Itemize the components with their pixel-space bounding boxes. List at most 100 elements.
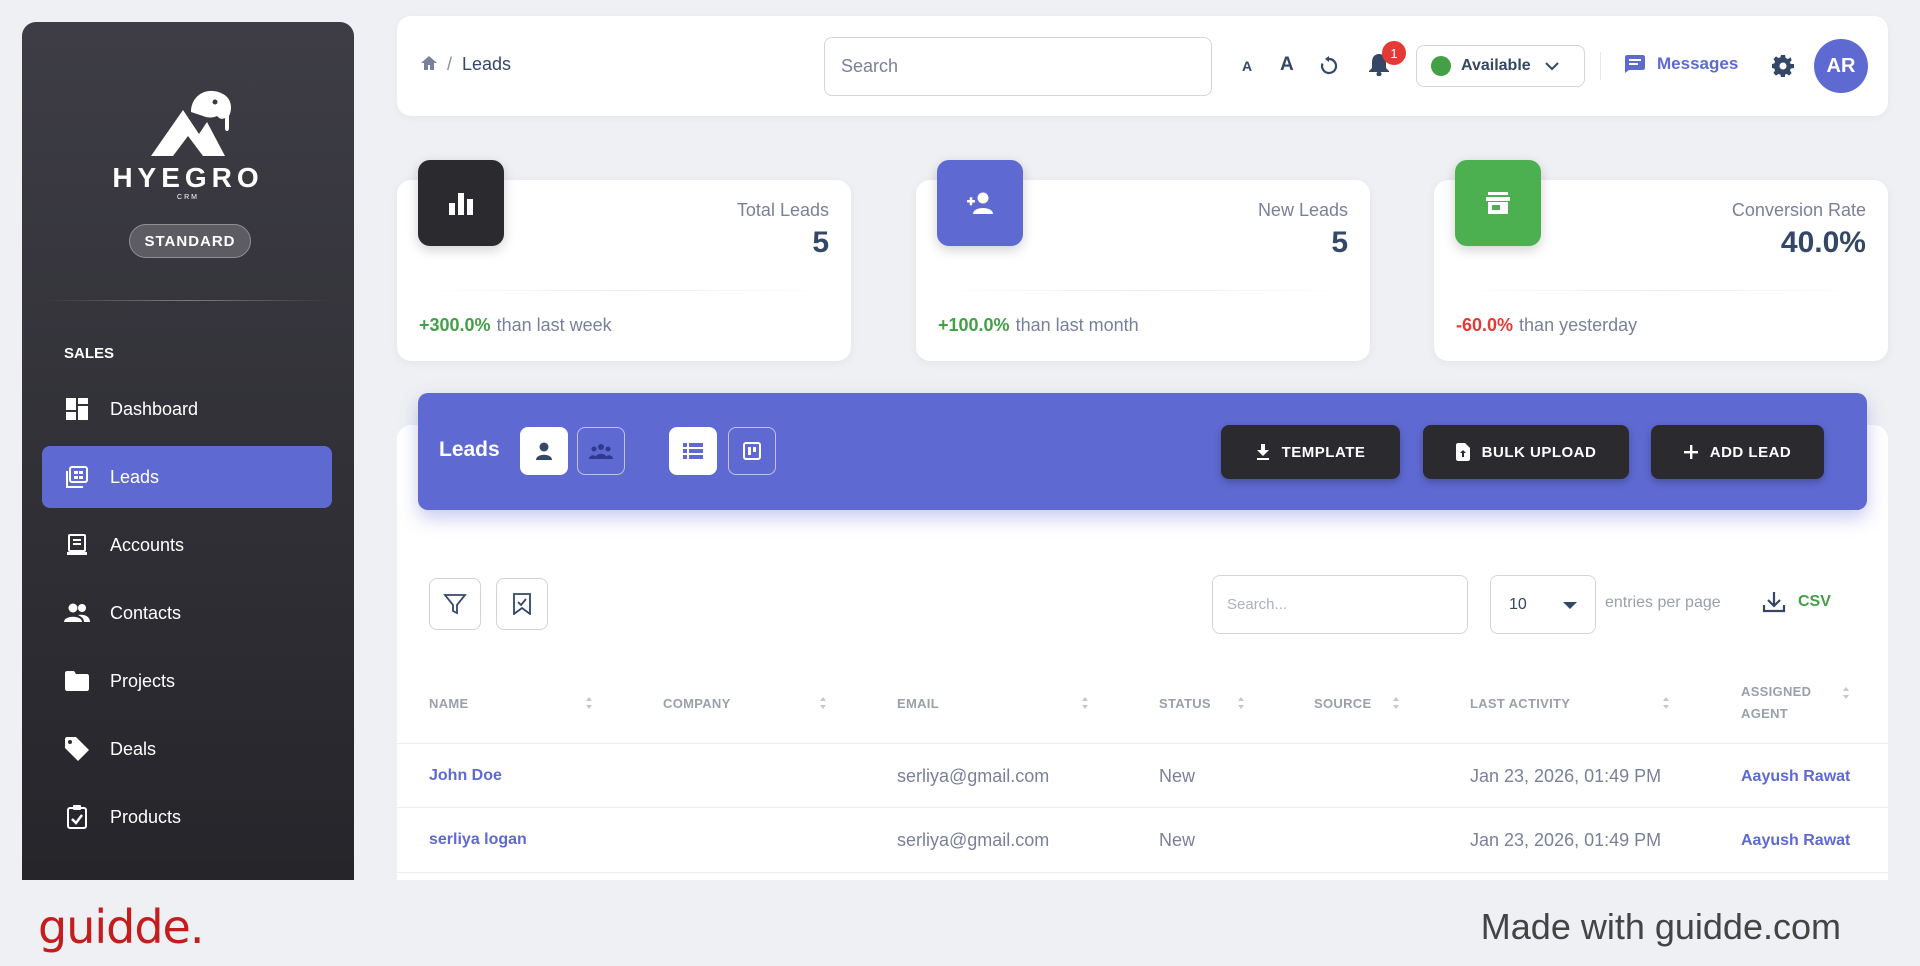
sort-icon[interactable] xyxy=(1392,695,1400,711)
guidde-footer: guidde. Made with guidde.com xyxy=(0,880,1920,966)
row-divider xyxy=(397,743,1888,744)
brand-name: HYEGRO xyxy=(112,162,264,193)
stat-period: than last week xyxy=(496,315,612,335)
chevron-down-icon xyxy=(1544,61,1559,70)
entries-per-page-select[interactable]: 10 xyxy=(1490,575,1596,634)
lead-last-activity: Jan 23, 2026, 01:49 PM xyxy=(1470,766,1662,786)
leads-panel-title: Leads xyxy=(439,438,500,461)
stat-divider xyxy=(419,290,829,291)
download-icon xyxy=(1762,592,1786,613)
stat-card-conversion-rate: Conversion Rate 40.0% -60.0% than yesterd… xyxy=(1434,160,1888,361)
column-header-status[interactable]: STATUS xyxy=(1159,693,1211,715)
column-header-email[interactable]: EMAIL xyxy=(897,693,939,715)
bulk-upload-button[interactable]: BULK UPLOAD xyxy=(1423,425,1629,479)
contacts-icon xyxy=(64,600,90,626)
add-lead-label: ADD LEAD xyxy=(1709,443,1792,461)
sort-icon[interactable] xyxy=(1237,695,1245,711)
sort-icon[interactable] xyxy=(1842,685,1850,701)
column-header-assigned-agent[interactable]: ASSIGNED AGENT xyxy=(1741,681,1811,725)
status-dot xyxy=(1431,56,1451,76)
font-decrease-button[interactable]: A xyxy=(1242,58,1252,74)
list-icon xyxy=(683,443,703,459)
my-leads-toggle[interactable] xyxy=(520,427,568,475)
filter-button[interactable] xyxy=(429,578,481,630)
saved-filters-button[interactable] xyxy=(496,578,548,630)
lead-email: serliya@gmail.com xyxy=(897,766,1050,786)
sidebar-item-label: Dashboard xyxy=(110,398,199,419)
kanban-view-toggle[interactable] xyxy=(728,427,776,475)
sidebar-item-label: Contacts xyxy=(110,602,182,623)
sidebar-item-leads[interactable]: Leads xyxy=(42,446,332,508)
dashboard-icon xyxy=(64,396,90,422)
add-lead-button[interactable]: ADD LEAD xyxy=(1651,425,1824,479)
top-navbar: / Leads A A 1 Available Messages AR xyxy=(397,16,1888,116)
stat-period: than yesterday xyxy=(1519,315,1638,335)
stat-divider xyxy=(938,290,1348,291)
guidde-logo: guidde. xyxy=(38,900,204,954)
lead-last-activity: Jan 23, 2026, 01:49 PM xyxy=(1470,830,1662,850)
column-header-name[interactable]: NAME xyxy=(429,693,468,715)
entries-value: 10 xyxy=(1509,595,1527,613)
sidebar-item-products[interactable]: Products xyxy=(42,786,332,848)
avatar[interactable]: AR xyxy=(1814,39,1868,93)
sidebar-item-dashboard[interactable]: Dashboard xyxy=(42,378,332,440)
brand-subtitle: CRM xyxy=(177,194,199,201)
store-icon xyxy=(1455,160,1541,246)
chat-icon xyxy=(1625,55,1645,73)
stat-footer: -60.0% than yesterday xyxy=(1456,315,1637,336)
sort-icon[interactable] xyxy=(1081,695,1089,711)
stat-card-new-leads: New Leads 5 +100.0% than last month xyxy=(916,160,1370,361)
csv-label: CSV xyxy=(1798,593,1831,610)
lead-status: New xyxy=(1159,830,1196,850)
stat-change: +100.0% xyxy=(938,315,1010,335)
breadcrumb-separator: / xyxy=(447,54,453,74)
availability-dropdown[interactable]: Available xyxy=(1416,45,1585,87)
sidebar-item-projects[interactable]: Projects xyxy=(42,650,332,712)
stat-period: than last month xyxy=(1015,315,1139,335)
search-input[interactable] xyxy=(824,37,1212,96)
sort-icon[interactable] xyxy=(1662,695,1670,711)
sort-icon[interactable] xyxy=(585,695,593,711)
template-label: TEMPLATE xyxy=(1281,443,1366,461)
csv-export-button[interactable]: CSV xyxy=(1762,590,1831,614)
stat-footer: +300.0% than last week xyxy=(419,315,612,336)
lead-name-link[interactable]: serliya logan xyxy=(429,831,527,849)
gear-icon[interactable] xyxy=(1771,54,1795,78)
bookmark-icon xyxy=(513,593,531,615)
messages-label: Messages xyxy=(1657,54,1739,73)
brand[interactable]: HYEGRO CRM xyxy=(22,78,354,201)
availability-label: Available xyxy=(1461,57,1531,74)
column-header-source[interactable]: SOURCE xyxy=(1314,693,1371,715)
lead-name-link[interactable]: John Doe xyxy=(429,767,502,785)
lead-agent-link[interactable]: Aayush Rawat xyxy=(1741,768,1850,786)
sidebar-section-sales: SALES xyxy=(64,345,115,362)
topbar-divider xyxy=(1600,52,1601,80)
sidebar-item-accounts[interactable]: Accounts xyxy=(42,514,332,576)
template-button[interactable]: TEMPLATE xyxy=(1221,425,1400,479)
messages-button[interactable]: Messages xyxy=(1625,54,1738,74)
sort-icon[interactable] xyxy=(819,695,827,711)
stat-change: -60.0% xyxy=(1456,315,1514,335)
column-header-line: AGENT xyxy=(1741,706,1788,721)
stat-footer: +100.0% than last month xyxy=(938,315,1139,336)
list-view-toggle[interactable] xyxy=(669,427,717,475)
team-leads-toggle[interactable] xyxy=(577,427,625,475)
lead-email: serliya@gmail.com xyxy=(897,830,1050,850)
breadcrumb-current[interactable]: Leads xyxy=(462,54,511,75)
sidebar-item-contacts[interactable]: Contacts xyxy=(42,582,332,644)
stat-value: 40.0% xyxy=(1780,226,1866,259)
breadcrumb: / Leads xyxy=(421,54,511,75)
home-icon[interactable] xyxy=(421,54,437,75)
column-header-company[interactable]: COMPANY xyxy=(663,693,731,715)
leads-icon xyxy=(64,464,90,490)
lead-agent-link[interactable]: Aayush Rawat xyxy=(1741,832,1850,850)
notification-badge: 1 xyxy=(1382,41,1406,65)
sidebar-item-label: Products xyxy=(110,806,182,827)
column-header-last-activity[interactable]: LAST ACTIVITY xyxy=(1470,693,1570,715)
font-increase-button[interactable]: A xyxy=(1280,54,1294,76)
table-search-input[interactable] xyxy=(1212,575,1468,634)
made-with-text: Made with guidde.com xyxy=(1480,906,1841,947)
stat-label: Conversion Rate xyxy=(1731,200,1866,220)
reset-icon[interactable] xyxy=(1317,54,1341,78)
sidebar-item-deals[interactable]: Deals xyxy=(42,718,332,780)
